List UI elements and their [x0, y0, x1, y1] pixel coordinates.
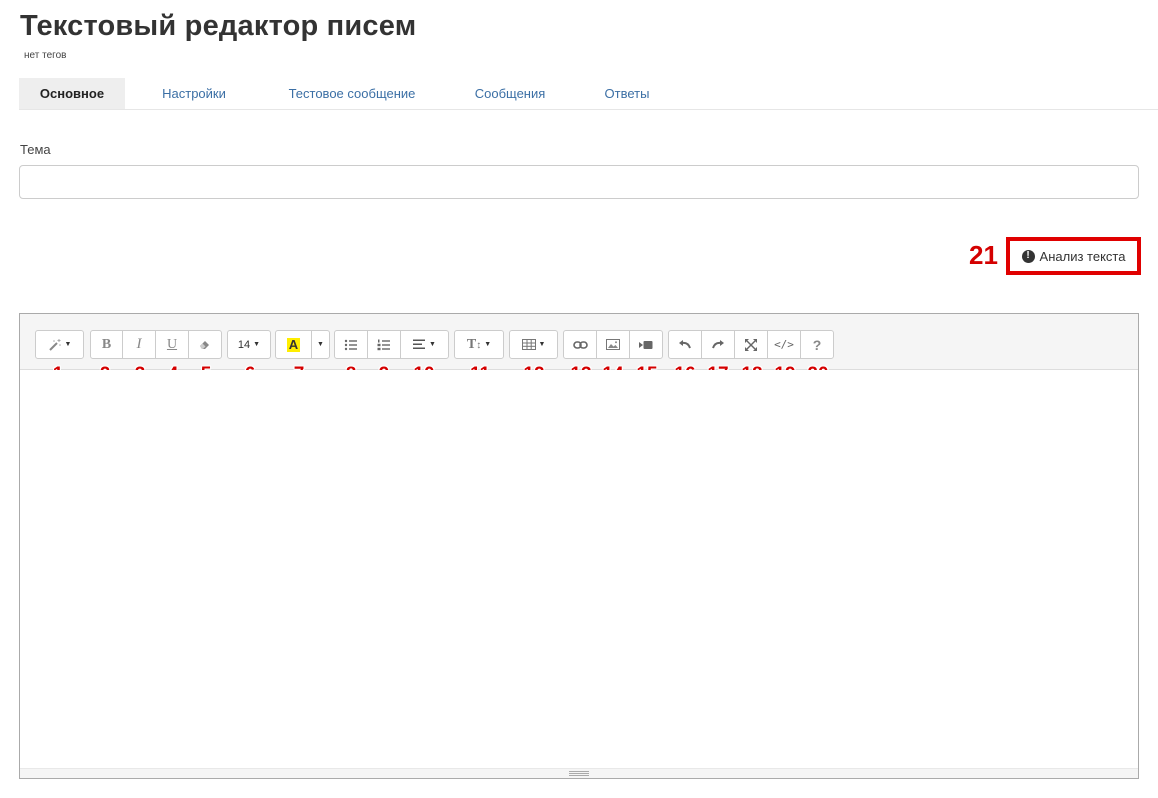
image-button[interactable]	[596, 330, 630, 359]
editor-content-area[interactable]	[20, 370, 1138, 768]
redo-button[interactable]	[701, 330, 735, 359]
chevron-down-icon: ▼	[317, 341, 324, 348]
italic-icon: I	[136, 336, 142, 352]
page-title: Текстовый редактор писем	[20, 10, 417, 42]
bullet-list-icon	[344, 339, 357, 350]
help-button[interactable]: ?	[800, 330, 834, 359]
bold-icon: B	[101, 336, 112, 352]
clear-format-button[interactable]	[188, 330, 222, 359]
tab-answers[interactable]: Ответы	[589, 78, 665, 109]
tab-main[interactable]: Основное	[19, 78, 125, 109]
analyze-text-button[interactable]: ! Анализ текста	[1010, 241, 1137, 271]
tab-messages[interactable]: Сообщения	[459, 78, 561, 109]
rich-text-editor: ▼ B I U 14 ▼ A ▼ ▼ T↕ ▼ ▼ </> ?	[19, 313, 1139, 779]
tags-subtitle: нет тегов	[24, 50, 67, 61]
underline-icon: U	[166, 336, 178, 352]
fullscreen-icon	[745, 338, 757, 351]
magic-wand-icon	[48, 338, 61, 351]
subject-input[interactable]	[19, 165, 1139, 199]
grip-icon	[569, 771, 589, 776]
table-button[interactable]: ▼	[509, 330, 558, 359]
undo-button[interactable]	[668, 330, 702, 359]
link-button[interactable]	[563, 330, 597, 359]
bold-button[interactable]: B	[90, 330, 123, 359]
ordered-list-icon	[377, 339, 390, 350]
video-icon	[639, 340, 653, 349]
highlight-icon: A	[286, 336, 301, 352]
info-circle-icon: !	[1021, 249, 1035, 263]
video-button[interactable]	[629, 330, 663, 359]
line-height-button[interactable]: T↕ ▼	[454, 330, 504, 359]
chevron-down-icon: ▼	[538, 341, 546, 348]
line-height-icon: T↕	[466, 336, 482, 352]
align-button[interactable]: ▼	[400, 330, 449, 359]
analyze-highlight-frame: ! Анализ текста	[1006, 237, 1141, 275]
image-icon	[606, 339, 620, 350]
highlight-dropdown-button[interactable]: ▼	[311, 330, 330, 359]
bullet-list-button[interactable]	[334, 330, 368, 359]
editor-resize-handle[interactable]	[20, 768, 1138, 778]
fullscreen-button[interactable]	[734, 330, 768, 359]
table-icon	[521, 339, 536, 350]
help-icon: ?	[812, 336, 822, 353]
font-size-value: 14	[237, 338, 251, 351]
chevron-down-icon: ▼	[64, 341, 72, 348]
eraser-icon	[200, 340, 209, 349]
align-icon	[413, 339, 426, 349]
font-size-button[interactable]: 14 ▼	[227, 330, 271, 359]
editor-toolbar: ▼ B I U 14 ▼ A ▼ ▼ T↕ ▼ ▼ </> ?	[20, 314, 1138, 385]
tab-bar: Основное Настройки Тестовое сообщение Со…	[19, 78, 1158, 110]
chevron-down-icon: ▼	[484, 341, 492, 348]
italic-button[interactable]: I	[122, 330, 156, 359]
style-button[interactable]: ▼	[35, 330, 84, 359]
tab-test-message[interactable]: Тестовое сообщение	[269, 78, 435, 109]
subject-label: Тема	[20, 142, 51, 157]
code-view-button[interactable]: </>	[767, 330, 801, 359]
analyze-text-label: Анализ текста	[1039, 248, 1126, 264]
ordered-list-button[interactable]	[367, 330, 401, 359]
highlight-button[interactable]: A	[275, 330, 312, 359]
redo-icon	[712, 339, 724, 348]
underline-button[interactable]: U	[155, 330, 189, 359]
chevron-down-icon: ▼	[253, 341, 261, 348]
code-icon: </>	[774, 338, 794, 351]
chevron-down-icon: ▼	[429, 341, 436, 348]
tab-settings[interactable]: Настройки	[146, 78, 242, 109]
undo-icon	[679, 339, 691, 348]
link-icon	[572, 340, 588, 349]
marker-21: 21	[969, 240, 998, 270]
